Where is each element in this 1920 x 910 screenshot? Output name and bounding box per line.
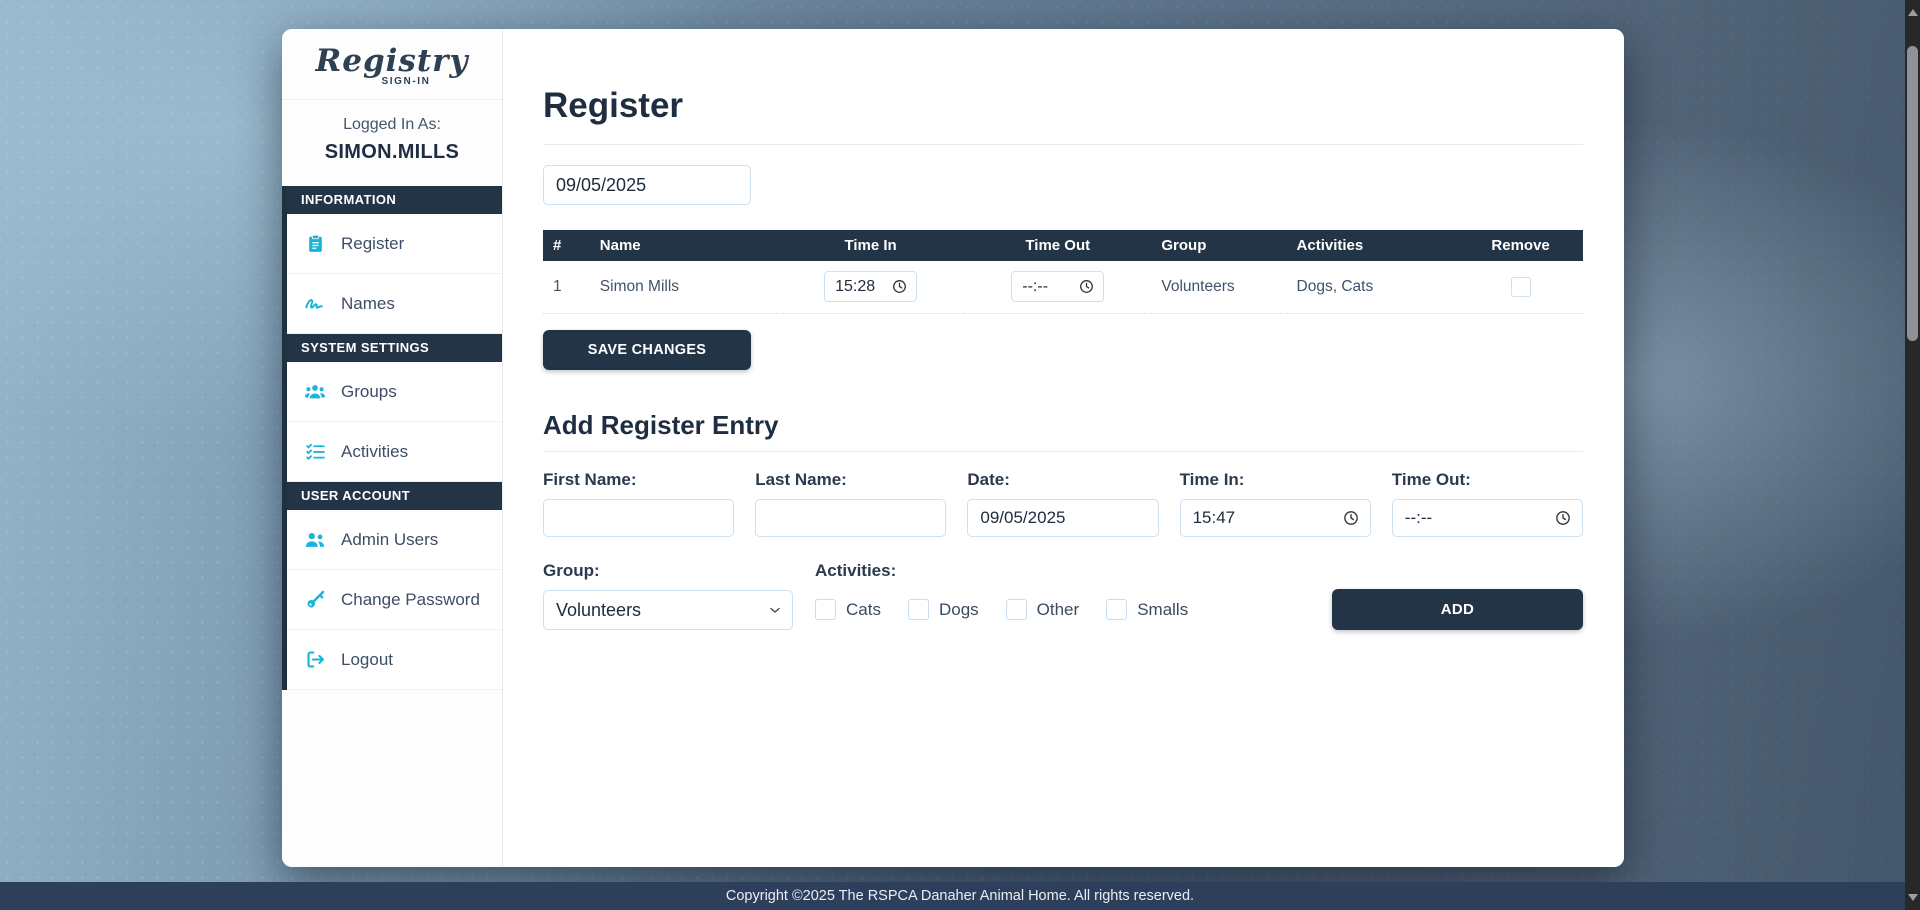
logged-in-label: Logged In As:: [282, 116, 502, 134]
group-select[interactable]: Volunteers: [543, 590, 793, 630]
sidebar-nav: INFORMATION Register: [282, 186, 502, 690]
sidebar-item-activities[interactable]: Activities: [287, 422, 502, 482]
table-header-row: # Name Time In Time Out Group Activities…: [543, 230, 1583, 261]
register-date-input[interactable]: [543, 165, 751, 205]
row-time-out-field[interactable]: [1011, 271, 1104, 302]
key-icon: [304, 589, 326, 610]
clock-icon: [1078, 278, 1095, 295]
sidebar-item-logout[interactable]: Logout: [287, 630, 502, 690]
save-changes-button[interactable]: SAVE CHANGES: [543, 330, 751, 370]
user-group-icon: [304, 529, 326, 551]
add-entry-divider: [543, 451, 1583, 452]
sidebar-item-label: Logout: [341, 650, 393, 670]
col-header-time-out: Time Out: [964, 230, 1151, 261]
logged-in-block: Logged In As: SIMON.MILLS: [282, 100, 502, 186]
sidebar-item-label: Change Password: [341, 590, 480, 610]
group-label: Group:: [543, 561, 793, 581]
date-label: Date:: [967, 470, 1158, 490]
scrollbar-thumb[interactable]: [1907, 46, 1918, 341]
row-time-in-input[interactable]: [835, 278, 885, 296]
row-time-out-input[interactable]: [1022, 278, 1072, 296]
row-name: Simon Mills: [590, 261, 777, 313]
app-window: Registry SIGN-IN Logged In As: SIMON.MIL…: [282, 29, 1624, 867]
activity-checkbox-dogs[interactable]: [908, 599, 929, 620]
nav-section-information: INFORMATION: [287, 186, 502, 214]
time-in-label: Time In:: [1180, 470, 1371, 490]
add-entry-form-row1: First Name: Last Name: Date: Time In:: [543, 470, 1583, 537]
activities-label: Activities:: [815, 561, 1188, 581]
row-number: 1: [543, 261, 590, 313]
col-header-remove: Remove: [1458, 230, 1583, 261]
first-name-field[interactable]: [543, 499, 734, 537]
sidebar-item-groups[interactable]: Groups: [287, 362, 502, 422]
list-check-icon: [304, 441, 326, 462]
copyright-text: Copyright ©2025 The RSPCA Danaher Animal…: [726, 888, 1194, 904]
page-footer: Copyright ©2025 The RSPCA Danaher Animal…: [0, 882, 1920, 910]
col-header-name: Name: [590, 230, 777, 261]
sidebar-item-label: Groups: [341, 382, 397, 402]
activity-checkbox-other[interactable]: [1006, 599, 1027, 620]
page-title: Register: [543, 86, 1583, 126]
sidebar-item-register[interactable]: Register: [287, 214, 502, 274]
row-time-in-field[interactable]: [824, 271, 917, 302]
add-button[interactable]: ADD: [1332, 589, 1583, 630]
add-entry-form-row2: Group: Volunteers Activities: Cats: [543, 561, 1583, 630]
users-icon: [304, 381, 326, 403]
col-header-group: Group: [1151, 230, 1286, 261]
row-activities: Dogs, Cats: [1287, 261, 1459, 313]
activity-option-label: Cats: [846, 600, 881, 620]
sidebar-item-label: Names: [341, 294, 395, 314]
nav-section-system-settings: SYSTEM SETTINGS: [287, 334, 502, 362]
app-logo[interactable]: Registry SIGN-IN: [282, 29, 502, 100]
sidebar-item-label: Admin Users: [341, 530, 438, 550]
col-header-time-in: Time In: [777, 230, 964, 261]
activity-option-label: Other: [1037, 600, 1080, 620]
title-divider: [543, 144, 1583, 145]
sidebar: Registry SIGN-IN Logged In As: SIMON.MIL…: [282, 29, 503, 867]
date-field[interactable]: [967, 499, 1158, 537]
clipboard-icon: [304, 233, 326, 254]
row-group: Volunteers: [1151, 261, 1286, 313]
table-row: 1 Simon Mills: [543, 261, 1583, 313]
logo-subtitle: SIGN-IN: [296, 76, 516, 87]
time-out-field[interactable]: [1392, 499, 1583, 537]
sidebar-item-names[interactable]: Names: [287, 274, 502, 334]
col-header-num: #: [543, 230, 590, 261]
activity-option-label: Smalls: [1137, 600, 1188, 620]
sidebar-item-admin-users[interactable]: Admin Users: [287, 510, 502, 570]
main-content: Register # Name Time In Time Out Group A…: [503, 29, 1624, 867]
nav-section-user-account: USER ACCOUNT: [287, 482, 502, 510]
col-header-activities: Activities: [1287, 230, 1459, 261]
time-out-label: Time Out:: [1392, 470, 1583, 490]
clock-icon: [891, 278, 908, 295]
sidebar-item-label: Register: [341, 234, 404, 254]
add-entry-title: Add Register Entry: [543, 410, 1583, 441]
scrollbar-up-arrow-icon[interactable]: [1908, 9, 1918, 16]
row-remove-checkbox[interactable]: [1511, 277, 1531, 297]
last-name-field[interactable]: [755, 499, 946, 537]
activity-checkbox-cats[interactable]: [815, 599, 836, 620]
signature-icon: [304, 293, 326, 315]
scrollbar-down-arrow-icon[interactable]: [1908, 894, 1918, 901]
register-table: # Name Time In Time Out Group Activities…: [543, 230, 1583, 314]
activity-checkbox-smalls[interactable]: [1106, 599, 1127, 620]
logo-title: Registry: [282, 46, 502, 77]
logout-icon: [304, 649, 326, 670]
logged-in-username: SIMON.MILLS: [282, 141, 502, 164]
sidebar-item-change-password[interactable]: Change Password: [287, 570, 502, 630]
first-name-label: First Name:: [543, 470, 734, 490]
vertical-scrollbar[interactable]: [1905, 0, 1920, 910]
activity-option-label: Dogs: [939, 600, 979, 620]
last-name-label: Last Name:: [755, 470, 946, 490]
time-in-field[interactable]: [1180, 499, 1371, 537]
sidebar-item-label: Activities: [341, 442, 408, 462]
